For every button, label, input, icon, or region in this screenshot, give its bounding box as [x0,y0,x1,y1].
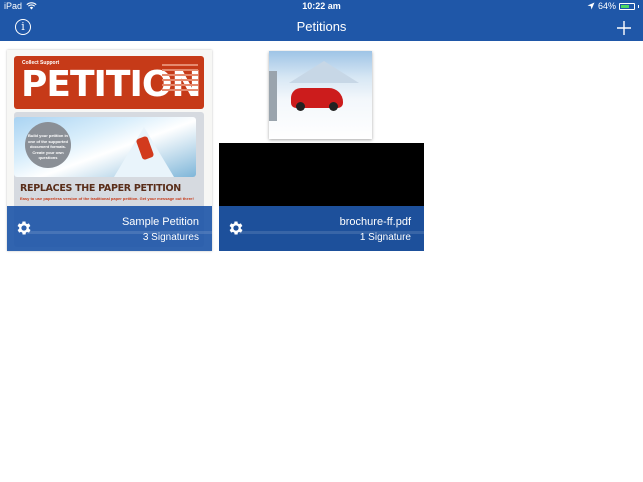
petition-name: brochure-ff.pdf [339,216,411,228]
signature-count: 3 Signatures [142,232,199,243]
battery-tip [638,4,639,8]
page-title: Petitions [296,19,347,34]
petition-name: Sample Petition [121,216,199,228]
location-arrow-icon [587,2,595,10]
status-bar: iPad 10:22 am 64% [0,0,643,14]
thumbnail-subtext: Easy to use paperless version of the tra… [20,196,194,201]
thumbnail-banner: Collect Support PETITION [14,56,204,109]
thumbnail-heading: REPLACES THE PAPER PETITION [20,183,181,194]
status-time: 10:22 am [302,1,341,11]
petition-thumbnail [269,51,372,139]
battery-percent: 64% [597,1,616,11]
battery-icon [619,2,635,10]
gear-icon[interactable] [227,219,245,237]
petition-card[interactable]: Collect Support PETITION Build your peti… [7,50,212,251]
add-petition-button[interactable] [617,16,631,38]
petition-card[interactable]: brochure-ff.pdf 1 Signature [219,50,424,251]
plus-icon [617,21,631,35]
signature-count: 1 Signature [359,232,411,243]
petition-info-bar: brochure-ff.pdf 1 Signature [219,206,424,251]
gear-icon[interactable] [15,219,33,237]
thumbnail-text-lines [162,64,198,100]
petition-info-bar: Sample Petition 3 Signatures [7,206,212,251]
navigation-bar: i Petitions [0,14,643,41]
thumbnail-bubble: Build your petition in one of the suppor… [25,122,71,168]
